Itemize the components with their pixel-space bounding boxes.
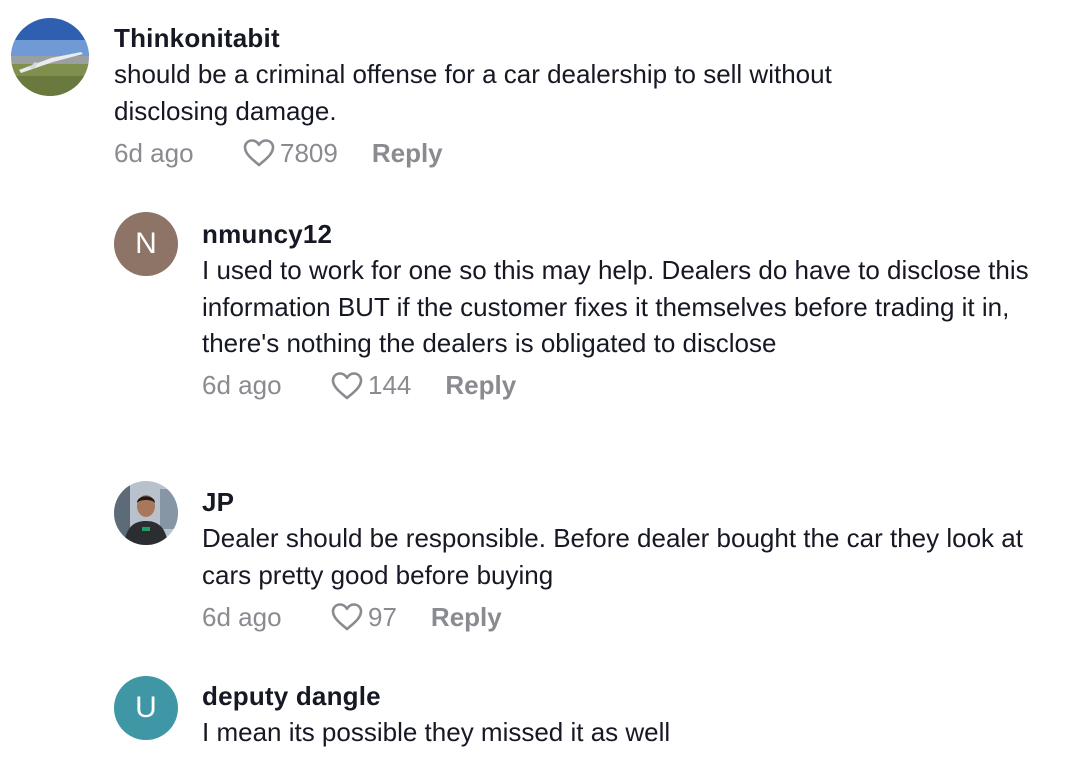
timestamp: 6d ago bbox=[114, 137, 194, 168]
comment-meta: 6d ago 97 Reply bbox=[202, 599, 1062, 635]
heart-outline-icon bbox=[331, 603, 363, 631]
comment-text: I mean its possible they missed it as we… bbox=[202, 717, 671, 747]
comment-meta: 6d ago 7809 Reply bbox=[114, 135, 1014, 171]
comment-text: I used to work for one so this may help.… bbox=[202, 255, 1029, 358]
avatar-deputy-dangle[interactable]: U bbox=[114, 676, 178, 740]
avatar-jp[interactable] bbox=[114, 481, 178, 545]
username[interactable]: Thinkonitabit bbox=[114, 22, 1014, 54]
username[interactable]: JP bbox=[202, 486, 1062, 518]
avatar-initial: N bbox=[135, 227, 157, 260]
reply-button[interactable]: Reply bbox=[445, 370, 516, 401]
timestamp: 6d ago bbox=[202, 370, 282, 400]
comment-body: nmuncy12 I used to work for one so this … bbox=[202, 218, 1062, 404]
like-button[interactable]: 7809 bbox=[242, 138, 338, 169]
like-button[interactable]: 144 bbox=[330, 370, 411, 401]
comment-body: Thinkonitabit should be a criminal offen… bbox=[114, 22, 1014, 171]
avatar-thinkonitabit[interactable] bbox=[11, 18, 89, 96]
like-count: 144 bbox=[368, 370, 412, 400]
avatar-nmuncy12[interactable]: N bbox=[114, 212, 178, 276]
person-photo-avatar bbox=[114, 481, 178, 545]
comment-meta: 6d ago 144 Reply bbox=[202, 368, 1062, 404]
username[interactable]: nmuncy12 bbox=[202, 218, 1062, 250]
landscape-photo-avatar bbox=[11, 18, 89, 96]
comment-text: Dealer should be responsible. Before dea… bbox=[202, 523, 1023, 590]
reply-button[interactable]: Reply bbox=[372, 138, 443, 169]
heart-outline-icon bbox=[243, 139, 275, 167]
like-count: 97 bbox=[368, 601, 397, 632]
comment-body: JP Dealer should be responsible. Before … bbox=[202, 486, 1062, 635]
like-count: 7809 bbox=[280, 137, 338, 168]
timestamp: 6d ago bbox=[202, 601, 282, 632]
like-button[interactable]: 97 bbox=[330, 602, 397, 633]
comment-text: should be a criminal offense for a car d… bbox=[114, 59, 832, 126]
comment-body: deputy dangle I mean its possible they m… bbox=[202, 680, 1062, 751]
reply-button[interactable]: Reply bbox=[431, 602, 502, 633]
username[interactable]: deputy dangle bbox=[202, 680, 1062, 712]
avatar-initial: U bbox=[135, 691, 157, 724]
heart-outline-icon bbox=[331, 371, 363, 399]
